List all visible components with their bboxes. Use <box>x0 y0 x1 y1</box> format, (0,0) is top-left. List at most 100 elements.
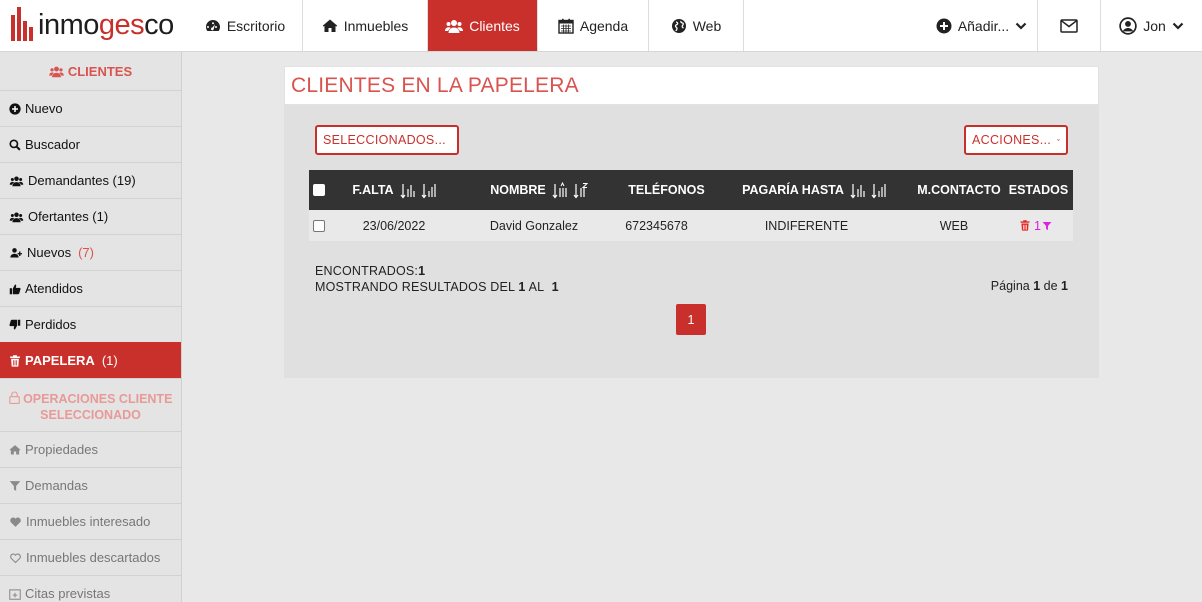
dashboard-gauge-icon <box>205 19 220 31</box>
thumbs-up-icon <box>9 284 21 294</box>
nav-right-group: Añadir... Jon <box>926 0 1202 51</box>
row-checkbox[interactable] <box>313 219 325 232</box>
sidebar-item-label: Inmuebles interesado <box>26 514 151 529</box>
page-total: 1 <box>1061 279 1068 293</box>
clients-table: F.ALTA NOMBRE TELÉFONOS PAGARÍA HASTA M.… <box>309 170 1073 241</box>
column-nombre-label: NOMBRE <box>490 183 546 197</box>
trash-icon <box>10 354 20 367</box>
sidebar-section-label: OPERACIONES CLIENTE SELECCIONADO <box>23 392 173 422</box>
globe-icon <box>671 18 686 33</box>
sidebar-item-label: Inmuebles descartados <box>26 550 161 565</box>
logo-bars-icon <box>10 6 36 45</box>
estado-count: 1 <box>1034 218 1041 233</box>
calendar-icon <box>558 18 574 34</box>
plus-circle-icon <box>9 102 21 115</box>
sidebar-item-nuevos[interactable]: Nuevos (7) <box>0 234 181 270</box>
inmogesco-logo[interactable]: inmogesco <box>0 0 188 51</box>
user-menu-button[interactable]: Jon <box>1100 0 1202 51</box>
sidebar-item-label: Demandas <box>25 478 88 493</box>
table-body: 23/06/2022 David Gonzalez 672345678 INDI… <box>309 210 1073 241</box>
sort-alpha-desc-icon[interactable] <box>573 182 588 199</box>
nav-agenda-label: Agenda <box>579 17 629 34</box>
nav-inmuebles-label: Inmuebles <box>343 17 409 34</box>
nav-escritorio[interactable]: Escritorio <box>188 0 303 51</box>
sidebar-item-label: Ofertantes (1) <box>28 209 109 224</box>
filter-icon[interactable] <box>1042 221 1052 231</box>
cell-fecha: 23/06/2022 <box>362 218 426 233</box>
selected-dropdown[interactable]: SELECCIONADOS... <box>315 125 459 155</box>
sidebar-item-inmuebles-descartados[interactable]: Inmuebles descartados <box>0 539 181 575</box>
cell-estados: 1 <box>999 210 1073 241</box>
thumbs-down-icon <box>9 319 21 329</box>
showing-prefix: MOSTRANDO RESULTADOS DEL <box>315 280 515 294</box>
cell-nombre[interactable]: David Gonzalez <box>459 210 609 241</box>
table-row[interactable]: 23/06/2022 David Gonzalez 672345678 INDI… <box>309 210 1073 241</box>
sidebar-item-ofertantes[interactable]: Ofertantes (1) <box>0 198 181 234</box>
sidebar-item-demandantes[interactable]: Demandantes (19) <box>0 162 181 198</box>
cell-contacto: WEB <box>939 218 969 233</box>
sidebar-item-demandas[interactable]: Demandas <box>0 467 181 503</box>
sidebar-item-count: (1) <box>101 353 118 368</box>
sort-asc-icon[interactable] <box>850 182 865 199</box>
found-count: ENCONTRADOS:1 <box>315 264 425 278</box>
top-navbar: inmogesco Escritorio Inmuebles Clientes … <box>0 0 1202 52</box>
search-icon <box>9 138 21 151</box>
sidebar-header-label: CLIENTES <box>67 63 133 79</box>
main-panel: CLIENTES EN LA PAPELERA SELECCIONADOS...… <box>284 66 1099 378</box>
page-label: Página <box>990 279 1030 293</box>
sidebar-item-perdidos[interactable]: Perdidos <box>0 306 181 342</box>
users-icon <box>49 66 64 77</box>
nav-clientes[interactable]: Clientes <box>428 0 538 51</box>
sidebar-item-label: Perdidos <box>25 317 77 332</box>
sidebar-header: CLIENTES <box>0 52 181 90</box>
users-icon <box>9 212 24 222</box>
add-menu-button[interactable]: Añadir... <box>926 0 1037 51</box>
sidebar-item-label: Propiedades <box>25 442 98 457</box>
sidebar-item-label: PAPELERA <box>25 353 95 368</box>
sidebar-item-label: Nuevo <box>25 101 63 116</box>
heart-outline-icon <box>10 552 21 563</box>
page-title: CLIENTES EN LA PAPELERA <box>284 66 1099 105</box>
sidebar-item-nuevo[interactable]: Nuevo <box>0 90 181 126</box>
sidebar-item-propiedades[interactable]: Propiedades <box>0 431 181 467</box>
plus-circle-icon <box>936 18 952 33</box>
sidebar: CLIENTES Nuevo Buscador Demandantes (19)… <box>0 52 182 602</box>
nav-web[interactable]: Web <box>649 0 744 51</box>
column-mcontacto: M.CONTACTO <box>914 170 1004 210</box>
sidebar-item-buscador[interactable]: Buscador <box>0 126 181 162</box>
pagination-page-button[interactable]: 1 <box>676 304 706 335</box>
sort-asc-icon[interactable] <box>400 182 415 199</box>
users-icon <box>445 19 464 33</box>
row-select-cell <box>309 210 329 241</box>
user-circle-icon <box>1119 16 1137 35</box>
chevron-down-icon <box>1057 139 1060 141</box>
sidebar-item-label: Buscador <box>25 137 80 152</box>
sort-desc-icon[interactable] <box>421 182 436 199</box>
sidebar-item-papelera[interactable]: PAPELERA (1) <box>0 342 181 378</box>
envelope-icon <box>1060 18 1078 33</box>
sort-alpha-asc-icon[interactable] <box>552 181 567 199</box>
messages-button[interactable] <box>1037 0 1100 51</box>
trash-icon[interactable] <box>1020 220 1030 231</box>
column-estados: ESTADOS <box>1004 170 1073 210</box>
chevron-down-icon <box>1172 22 1184 30</box>
table-header: F.ALTA NOMBRE TELÉFONOS PAGARÍA HASTA M.… <box>309 170 1073 210</box>
calendar-plus-icon <box>9 588 21 600</box>
nav-inmuebles[interactable]: Inmuebles <box>303 0 428 51</box>
nav-agenda[interactable]: Agenda <box>538 0 649 51</box>
sidebar-item-atendidos[interactable]: Atendidos <box>0 270 181 306</box>
select-all-cell <box>309 170 329 210</box>
sidebar-item-label: Citas previstas <box>25 586 111 601</box>
column-pagaria: PAGARÍA HASTA <box>714 170 914 210</box>
actions-dropdown[interactable]: ACCIONES... <box>964 125 1068 155</box>
showing-results: MOSTRANDO RESULTADOS DEL 1 AL 1 <box>315 280 559 294</box>
nav-web-label: Web <box>692 17 722 34</box>
sidebar-item-inmuebles-interesado[interactable]: Inmuebles interesado <box>0 503 181 539</box>
sidebar-item-citas-previstas[interactable]: Citas previstas <box>0 575 181 602</box>
select-all-checkbox[interactable] <box>313 184 325 196</box>
selected-dropdown-label: SELECCIONADOS... <box>323 133 446 147</box>
sidebar-item-count: (7) <box>78 245 94 260</box>
sidebar-item-label: Atendidos <box>25 281 83 296</box>
sort-desc-icon[interactable] <box>871 182 886 199</box>
add-menu-label: Añadir... <box>957 17 1010 34</box>
